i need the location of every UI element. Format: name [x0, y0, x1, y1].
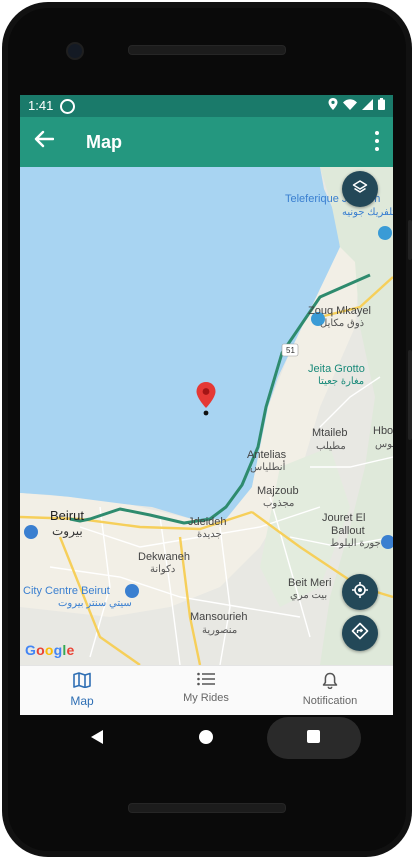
road-51-label: 51: [286, 346, 295, 355]
volume-button: [408, 220, 412, 260]
back-arrow-icon[interactable]: [34, 129, 55, 153]
top-speaker: [128, 45, 286, 55]
map-label-jdeideh-ar: جديدة: [197, 529, 222, 540]
map-label-dekwaneh: Dekwaneh: [138, 551, 190, 563]
map-label-ballout: Ballout: [331, 525, 365, 537]
nav-label-map: Map: [70, 694, 94, 708]
map-label-jeita-ar: مغارة جعيتا: [318, 376, 365, 387]
camera-poi-icon[interactable]: [378, 226, 392, 240]
power-button: [408, 350, 412, 440]
crosshair-icon: [351, 581, 369, 604]
status-time: 1:41: [28, 98, 54, 113]
map-label-city-centre-ar: سيتي سنتر بيروت: [58, 598, 132, 609]
map-label-hbo: Hbo: [373, 425, 393, 437]
map-label-majzoub-ar: مجذوب: [263, 498, 295, 509]
system-recents-icon[interactable]: [307, 730, 320, 743]
layers-icon: [352, 179, 368, 200]
google-logo: Google: [25, 642, 75, 658]
nav-item-map[interactable]: Map: [20, 672, 144, 708]
map-label-teleferique-ar: تلفريك جونيه: [342, 207, 393, 218]
nav-label-my-rides: My Rides: [183, 692, 229, 704]
map-label-zouq: Zouq Mkayel: [308, 305, 371, 317]
page-title: Map: [86, 132, 122, 152]
more-vert-icon[interactable]: [375, 131, 379, 151]
map-label-jdeideh: Jdeideh: [188, 516, 227, 528]
list-icon: [197, 672, 215, 689]
map-label-jouret: Jouret El: [322, 512, 366, 524]
front-camera: [66, 42, 84, 60]
map-label-mtaileb: Mtaileb: [312, 427, 348, 439]
location-icon: [328, 98, 338, 113]
map-icon: [73, 672, 91, 691]
system-nav-bar: [20, 715, 393, 765]
map-label-beit-meri: Beit Meri: [288, 577, 332, 589]
map-label-zouq-ar: ذوق مكايل: [320, 318, 365, 329]
dnd-icon: [60, 99, 75, 114]
screen: 1:41 Map Teleferique Jounieh تلفريك جوني…: [20, 95, 393, 715]
map-label-beirut-ar: بيروت: [52, 524, 83, 538]
system-home-icon[interactable]: [199, 730, 213, 744]
map-label-beirut: Beirut: [50, 508, 84, 523]
map-label-ballout-ar: جورة البلوط: [330, 538, 381, 549]
shopping-poi-icon[interactable]: [24, 525, 38, 539]
map-label-mtaileb-ar: مطيلب: [316, 441, 346, 452]
signal-icon: [362, 98, 373, 113]
nav-item-notification[interactable]: Notification: [268, 672, 392, 707]
my-location-button[interactable]: [342, 574, 378, 610]
status-bar: 1:41: [20, 95, 393, 117]
system-back-icon[interactable]: [90, 729, 104, 750]
map-label-jeita: Jeita Grotto: [308, 363, 365, 375]
map-label-antelias-ar: أنطلياس: [250, 462, 286, 473]
bottom-nav: Map My Rides Notification: [20, 665, 393, 715]
map-label-mansourieh-ar: منصورية: [202, 625, 238, 636]
map-view[interactable]: Teleferique Jounieh تلفريك جونيه Zouq Mk…: [20, 167, 393, 665]
bell-icon: [322, 672, 338, 692]
battery-icon: [378, 98, 385, 113]
map-label-beit-meri-ar: بيت مري: [290, 590, 328, 601]
bottom-speaker: [128, 803, 286, 813]
layers-button[interactable]: [342, 171, 378, 207]
directions-button[interactable]: [342, 615, 378, 651]
map-label-hbo-ar: بوس: [375, 439, 393, 450]
map-label-dekwaneh-ar: دكوانة: [150, 564, 176, 575]
map-label-city-centre: City Centre Beirut: [23, 585, 110, 597]
map-label-mansourieh: Mansourieh: [190, 611, 248, 623]
directions-icon: [351, 622, 369, 645]
app-bar: Map: [20, 117, 393, 167]
shopping-poi-icon-2[interactable]: [125, 584, 139, 598]
wifi-icon: [343, 98, 357, 113]
nav-item-my-rides[interactable]: My Rides: [144, 672, 268, 704]
map-label-antelias: Antelias: [247, 449, 287, 461]
map-label-majzoub: Majzoub: [257, 485, 299, 497]
nav-label-notification: Notification: [302, 695, 358, 707]
